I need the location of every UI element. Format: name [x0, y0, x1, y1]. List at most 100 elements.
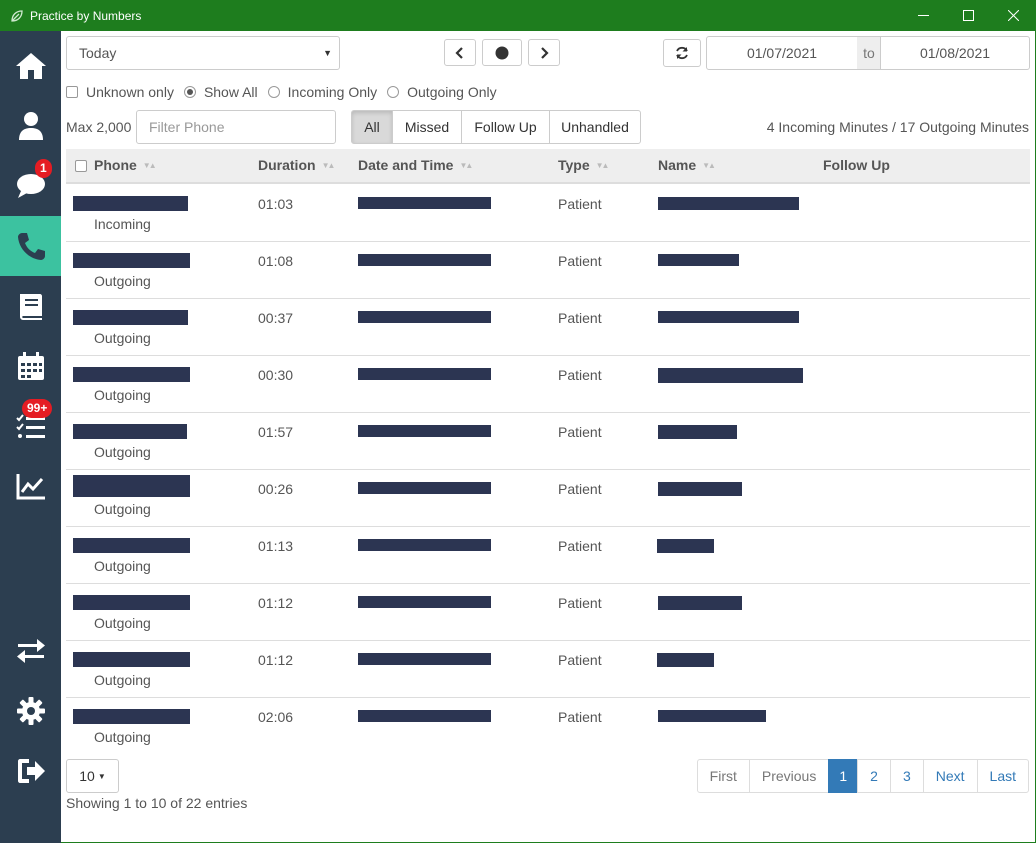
redacted-date-time — [358, 482, 491, 494]
redacted-name — [658, 596, 742, 610]
refresh-button[interactable] — [663, 39, 701, 67]
today-button[interactable] — [482, 39, 522, 66]
sidebar-item-tasks[interactable]: 99+ — [0, 396, 61, 456]
sort-icon: ▼▲ — [459, 161, 473, 170]
next-day-button[interactable] — [528, 39, 560, 66]
maximize-button[interactable] — [946, 0, 991, 31]
sidebar-item-reports[interactable] — [0, 456, 61, 516]
close-button[interactable] — [991, 0, 1036, 31]
redacted-name — [658, 425, 737, 439]
chevron-left-icon — [455, 46, 463, 59]
tab-missed[interactable]: Missed — [392, 110, 462, 144]
column-name[interactable]: Name ▼▲ — [658, 149, 716, 182]
column-duration[interactable]: Duration ▼▲ — [258, 149, 335, 182]
minutes-summary: 4 Incoming Minutes / 17 Outgoing Minutes — [766, 119, 1029, 135]
sidebar-item-switch[interactable] — [0, 621, 61, 681]
home-icon — [15, 53, 46, 79]
table-row[interactable]: Outgoing 01:57 Patient — [66, 413, 1030, 470]
show-all-radio[interactable] — [183, 86, 196, 98]
redacted-name — [658, 710, 766, 722]
sidebar-item-calls[interactable] — [0, 216, 61, 276]
call-duration: 01:03 — [258, 196, 294, 212]
redacted-phone — [73, 475, 190, 497]
sidebar-item-messages[interactable]: 1 — [0, 156, 61, 216]
call-direction: Outgoing — [94, 330, 151, 346]
incoming-only-radio[interactable] — [267, 86, 280, 98]
call-direction: Outgoing — [94, 501, 151, 517]
date-to-input[interactable]: 01/08/2021 — [880, 36, 1030, 70]
page-previous[interactable]: Previous — [748, 759, 830, 793]
call-duration: 02:06 — [258, 709, 294, 725]
redacted-name — [658, 368, 803, 383]
sidebar-item-book[interactable] — [0, 276, 61, 336]
table-header: Phone ▼▲ Duration ▼▲ Date and Time ▼▲ Type ▼… — [66, 149, 1030, 184]
outgoing-only-radio[interactable] — [387, 86, 400, 98]
redacted-date-time — [358, 425, 491, 437]
select-all-checkbox[interactable] — [75, 160, 87, 172]
contact-type: Patient — [558, 310, 602, 326]
call-direction: Outgoing — [94, 729, 151, 745]
unknown-only-checkbox[interactable] — [66, 86, 78, 98]
call-duration: 01:08 — [258, 253, 294, 269]
page-3[interactable]: 3 — [889, 759, 924, 793]
page-1[interactable]: 1 — [828, 759, 859, 793]
tab-follow-up[interactable]: Follow Up — [461, 110, 550, 144]
page-2[interactable]: 2 — [857, 759, 891, 793]
phone-icon — [17, 233, 45, 260]
call-duration: 01:57 — [258, 424, 294, 440]
redacted-phone — [73, 196, 188, 211]
redacted-date-time — [358, 710, 491, 722]
column-type[interactable]: Type ▼▲ — [558, 149, 610, 182]
redacted-date-time — [358, 197, 491, 209]
date-from-input[interactable]: 01/07/2021 — [706, 36, 858, 70]
table-row[interactable]: Outgoing 00:30 Patient — [66, 356, 1030, 413]
sidebar-item-calendar[interactable] — [0, 336, 61, 396]
close-icon — [1008, 10, 1019, 21]
chevron-right-icon — [541, 46, 549, 59]
redacted-phone — [73, 253, 190, 268]
sidebar-item-logout[interactable] — [0, 741, 61, 801]
minimize-button[interactable] — [901, 0, 946, 31]
redacted-name — [657, 539, 714, 553]
tab-unhandled[interactable]: Unhandled — [549, 110, 641, 144]
sort-icon: ▼▲ — [595, 161, 610, 170]
call-direction: Outgoing — [94, 444, 151, 460]
page-next[interactable]: Next — [922, 759, 978, 793]
page-size-dropdown[interactable]: 10 ▼ — [66, 759, 119, 793]
table-row[interactable]: Outgoing 01:12 Patient — [66, 641, 1030, 698]
tab-all[interactable]: All — [351, 110, 393, 144]
phone-filter-input[interactable]: Filter Phone — [136, 110, 336, 144]
previous-day-button[interactable] — [444, 39, 476, 66]
redacted-phone — [73, 367, 190, 382]
redacted-date-time — [358, 539, 491, 551]
call-duration: 00:26 — [258, 481, 294, 497]
messages-badge: 1 — [35, 159, 52, 178]
contact-type: Patient — [558, 253, 602, 269]
table-row[interactable]: Outgoing 02:06 Patient — [66, 698, 1030, 755]
date-range-select[interactable]: Today ▼ — [66, 36, 340, 70]
call-duration: 01:12 — [258, 595, 294, 611]
call-type-tabs: All Missed Follow Up Unhandled — [351, 110, 641, 144]
redacted-phone — [73, 652, 190, 667]
page-last[interactable]: Last — [976, 759, 1029, 793]
column-date-time[interactable]: Date and Time ▼▲ — [358, 149, 473, 182]
sidebar-item-settings[interactable] — [0, 681, 61, 741]
book-icon — [19, 294, 42, 320]
sidebar: 1 99+ — [0, 31, 61, 843]
maximize-icon — [963, 10, 974, 21]
table-row[interactable]: Outgoing 01:12 Patient — [66, 584, 1030, 641]
table-row[interactable]: Outgoing 00:37 Patient — [66, 299, 1030, 356]
table-row[interactable]: Outgoing 00:26 Patient — [66, 470, 1030, 527]
call-direction: Outgoing — [94, 387, 151, 403]
call-duration: 00:30 — [258, 367, 294, 383]
column-phone[interactable]: Phone ▼▲ — [94, 149, 157, 182]
contact-type: Patient — [558, 196, 602, 212]
call-duration: 01:12 — [258, 652, 294, 668]
sidebar-item-home[interactable] — [0, 36, 61, 96]
sidebar-item-patients[interactable] — [0, 96, 61, 156]
table-row[interactable]: Outgoing 01:08 Patient — [66, 242, 1030, 299]
table-row[interactable]: Incoming 01:03 Patient — [66, 185, 1030, 242]
page-first[interactable]: First — [696, 759, 750, 793]
logout-icon — [17, 759, 45, 783]
table-row[interactable]: Outgoing 01:13 Patient — [66, 527, 1030, 584]
